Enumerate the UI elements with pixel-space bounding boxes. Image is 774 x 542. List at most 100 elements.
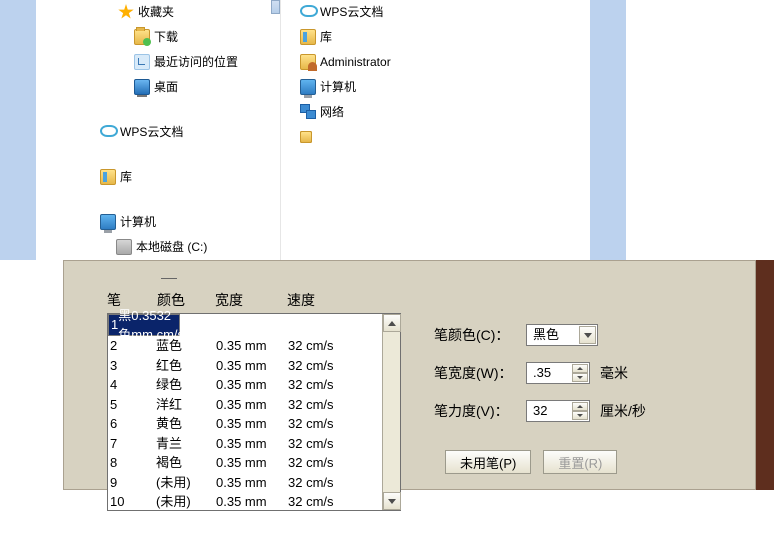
spin-up-button[interactable] xyxy=(572,364,588,373)
spin-down-button[interactable] xyxy=(572,373,588,382)
pen-row[interactable]: 10(未用)0.35 mm32 cm/s xyxy=(108,492,400,512)
library-icon xyxy=(100,169,116,185)
tree-item-library[interactable]: 库 xyxy=(100,165,278,190)
pen-list[interactable]: 1黑色0.35 mm32 cm/s2蓝色0.35 mm32 cm/s3红色0.3… xyxy=(107,313,401,511)
tree-item-desktop[interactable]: 桌面 xyxy=(134,75,278,100)
pen-row-width: 0.35 mm xyxy=(216,395,288,415)
pen-row[interactable]: 8褐色0.35 mm32 cm/s xyxy=(108,453,400,473)
unused-pen-button[interactable]: 未用笔(P) xyxy=(445,450,531,474)
tree-item-wps[interactable]: WPS云文档 xyxy=(300,0,460,25)
nav-tree-left: 收藏夹 下载 最近访问的位置 桌面 WPS云文档 库 计算机 xyxy=(118,0,278,260)
pen-row[interactable]: 7青兰0.35 mm32 cm/s xyxy=(108,434,400,454)
recent-icon xyxy=(134,54,150,70)
pen-row[interactable]: 5洋红0.35 mm32 cm/s xyxy=(108,395,400,415)
pen-width-spinner[interactable]: .35 xyxy=(526,362,590,384)
arrow-down-icon xyxy=(388,499,396,504)
pen-width-unit: 毫米 xyxy=(600,354,628,392)
pen-row-speed: 32 cm/s xyxy=(288,336,360,356)
panel-right-shade xyxy=(756,260,774,490)
pen-speed-unit: 厘米/秒 xyxy=(600,392,646,430)
pen-row-color: 黄色 xyxy=(156,414,216,434)
tree-item-label: 收藏夹 xyxy=(138,5,174,19)
spin-down-button[interactable] xyxy=(572,411,588,420)
spin-up-button[interactable] xyxy=(572,402,588,411)
pen-row[interactable]: 6黄色0.35 mm32 cm/s xyxy=(108,414,400,434)
tree-item-computer[interactable]: 计算机 xyxy=(100,210,278,235)
arrow-up-icon xyxy=(388,321,396,326)
arrow-down-icon xyxy=(577,376,583,379)
pen-row-color: 红色 xyxy=(156,356,216,376)
pen-row-width: 0.35 mm xyxy=(216,434,288,454)
tree-item-administrator[interactable]: Administrator xyxy=(300,50,460,75)
tree-item-recent[interactable]: 最近访问的位置 xyxy=(134,50,278,75)
pen-row[interactable]: 1黑色0.35 mm32 cm/s xyxy=(108,314,180,336)
pen-row-speed: 32 cm/s xyxy=(288,453,360,473)
star-icon xyxy=(118,4,134,20)
pen-row-number: 8 xyxy=(110,453,156,473)
network-icon xyxy=(300,104,316,120)
pen-row-color: (未用) xyxy=(156,473,216,493)
computer-icon xyxy=(300,79,316,95)
pen-row-number: 3 xyxy=(110,356,156,376)
tree-item-label: WPS云文档 xyxy=(120,125,183,139)
pen-row-color: (未用) xyxy=(156,492,216,512)
tree-item-downloads[interactable]: 下载 xyxy=(134,25,278,50)
scroll-up-button[interactable] xyxy=(383,314,401,332)
tree-item-network[interactable]: 网络 xyxy=(300,100,460,125)
tree-item-wps[interactable]: WPS云文档 xyxy=(100,120,278,145)
tree-item-local-disk[interactable]: 本地磁盘 (C:) xyxy=(116,235,278,260)
pen-row-speed: 32 cm/s xyxy=(288,473,360,493)
blue-margin-left xyxy=(0,0,36,260)
arrow-up-icon xyxy=(577,367,583,370)
pen-row-width: 0.35 mm xyxy=(216,492,288,512)
tree-item-label: 库 xyxy=(120,170,132,184)
tree-item-label: 库 xyxy=(320,30,332,44)
pen-row-speed: 32 cm/s xyxy=(157,306,184,345)
folder-icon xyxy=(300,131,312,143)
pen-row-width: 0.35 mm xyxy=(216,336,288,356)
pen-color-select[interactable]: 黑色 xyxy=(526,324,598,346)
panel-small-mark xyxy=(161,267,177,279)
pen-color-label: 笔颜色(C)： xyxy=(434,316,526,354)
pen-row-color: 绿色 xyxy=(156,375,216,395)
tree-item-label: 桌面 xyxy=(154,80,178,94)
header-width: 宽度 xyxy=(215,290,287,310)
scroll-down-button[interactable] xyxy=(383,492,401,510)
pen-row-number: 5 xyxy=(110,395,156,415)
library-icon xyxy=(300,29,316,45)
user-folder-icon xyxy=(300,54,316,70)
pen-width-label: 笔宽度(W)： xyxy=(434,354,526,392)
pen-row-speed: 32 cm/s xyxy=(288,356,360,376)
header-speed: 速度 xyxy=(287,290,347,310)
pen-speed-value: 32 xyxy=(533,392,547,430)
pane-divider[interactable] xyxy=(280,0,281,260)
hard-disk-icon xyxy=(116,239,132,255)
pen-color-value: 黑色 xyxy=(533,316,559,354)
pen-row-number: 7 xyxy=(110,434,156,454)
pen-width-value: .35 xyxy=(533,354,551,392)
dropdown-button[interactable] xyxy=(579,326,596,344)
pen-row[interactable]: 9(未用)0.35 mm32 cm/s xyxy=(108,473,400,493)
tree-item-computer[interactable]: 计算机 xyxy=(300,75,460,100)
tree-item-label: 最近访问的位置 xyxy=(154,55,238,69)
pen-row-speed: 32 cm/s xyxy=(288,395,360,415)
tree-item-favorites[interactable]: 收藏夹 xyxy=(118,0,278,25)
chevron-down-icon xyxy=(584,333,592,338)
unused-pen-label: 未用笔(P) xyxy=(460,453,516,472)
tree-item-library[interactable]: 库 xyxy=(300,25,460,50)
pen-row-speed: 32 cm/s xyxy=(288,434,360,454)
pen-speed-spinner[interactable]: 32 xyxy=(526,400,590,422)
pen-list-scrollbar[interactable] xyxy=(382,314,400,510)
pen-row-speed: 32 cm/s xyxy=(288,375,360,395)
pen-row-number: 10 xyxy=(110,492,156,512)
arrow-down-icon xyxy=(577,414,583,417)
pen-row-width: 0.35 mm xyxy=(131,306,156,345)
pen-row[interactable]: 4绿色0.35 mm32 cm/s xyxy=(108,375,400,395)
tree-item-label: 本地磁盘 (C:) xyxy=(136,240,207,254)
pen-speed-label: 笔力度(V)： xyxy=(434,392,526,430)
pen-row-number: 6 xyxy=(110,414,156,434)
arrow-up-icon xyxy=(577,405,583,408)
pen-row[interactable]: 3红色0.35 mm32 cm/s xyxy=(108,356,400,376)
tree-item-label: 网络 xyxy=(320,105,344,119)
reset-button[interactable]: 重置(R) xyxy=(543,450,617,474)
